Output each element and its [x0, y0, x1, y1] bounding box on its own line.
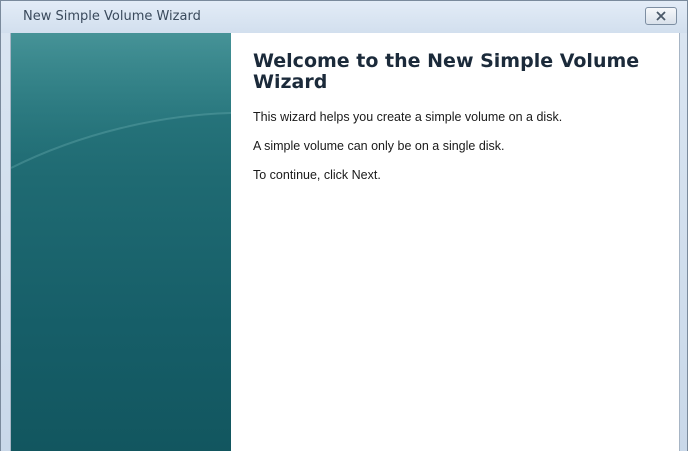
- wizard-window: New Simple Volume Wizard Welcome to the …: [0, 0, 688, 451]
- wizard-instruction: To continue, click Next.: [253, 168, 381, 182]
- title-bar[interactable]: New Simple Volume Wizard: [1, 1, 687, 33]
- wizard-heading: Welcome to the New Simple Volume Wizard: [253, 50, 640, 93]
- wizard-side-banner: [11, 33, 231, 451]
- close-icon: [655, 11, 667, 21]
- wizard-client-area: Welcome to the New Simple Volume Wizard …: [10, 33, 680, 451]
- wizard-note: A simple volume can only be on a single …: [253, 139, 505, 153]
- window-title: New Simple Volume Wizard: [23, 9, 201, 24]
- banner-swoosh-graphic: [11, 33, 231, 169]
- wizard-content: Welcome to the New Simple Volume Wizard …: [253, 51, 653, 197]
- wizard-description: This wizard helps you create a simple vo…: [253, 110, 563, 124]
- close-button[interactable]: [645, 7, 677, 25]
